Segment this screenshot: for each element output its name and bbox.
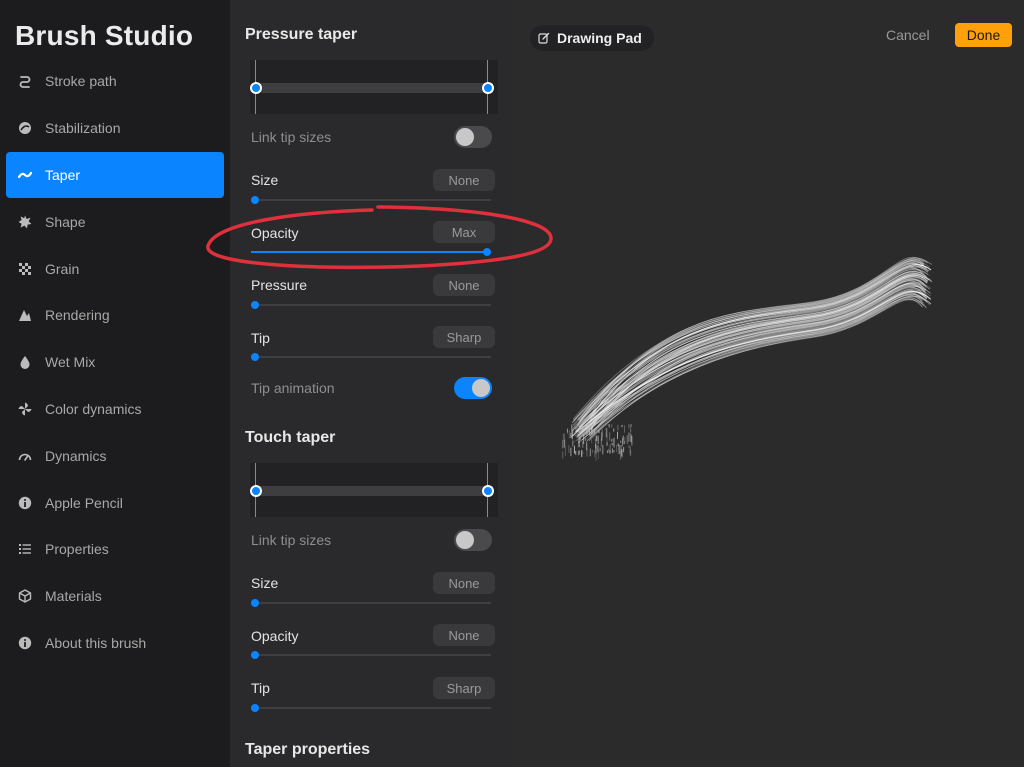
touch-link-tip-sizes-toggle[interactable] (454, 529, 492, 551)
touch-tip-label: Tip (251, 680, 270, 696)
drawing-pad[interactable]: Drawing Pad Cancel Done (512, 0, 1024, 767)
grain-icon (18, 262, 32, 276)
properties-icon (18, 542, 32, 556)
pressure-taper-title: Pressure taper (245, 26, 358, 43)
touch-link-tip-sizes-label: Link tip sizes (251, 532, 332, 548)
color-dynamics-icon (18, 402, 32, 416)
sidebar-nav: Stroke path Stabilization Taper Shape Gr… (6, 58, 224, 666)
pressure-tip-animation-label: Tip animation (251, 380, 335, 396)
taper-icon (18, 168, 32, 182)
pressure-tip-animation-toggle[interactable] (454, 377, 492, 399)
sidebar-item-label: Properties (45, 541, 109, 558)
touch-size-value: None (433, 572, 495, 594)
taper-end-handle[interactable] (482, 82, 494, 94)
touch-opacity-label: Opacity (251, 628, 299, 644)
sidebar-item-properties[interactable]: Properties (6, 526, 224, 573)
pressure-opacity-value: Max (433, 221, 495, 243)
sidebar-item-color-dynamics[interactable]: Color dynamics (6, 386, 224, 433)
pressure-pressure-value: None (433, 274, 495, 296)
taper-settings-panel: Pressure taper Link tip sizes Size None … (230, 0, 512, 767)
pressure-taper-range (250, 60, 498, 114)
touch-opacity-value: None (433, 624, 495, 646)
touch-opacity-slider[interactable] (251, 651, 491, 659)
touch-taper-title: Touch taper (245, 429, 336, 446)
touch-tip-slider[interactable] (251, 704, 491, 712)
sidebar-item-label: Materials (45, 588, 102, 605)
sidebar-item-label: Rendering (45, 307, 110, 324)
sidebar-item-label: About this brush (45, 634, 147, 651)
sidebar-item-about-this-brush[interactable]: About this brush (6, 620, 224, 667)
sidebar-item-dynamics[interactable]: Dynamics (6, 432, 224, 479)
sidebar-item-apple-pencil[interactable]: Apple Pencil (6, 479, 224, 526)
taper-start-handle[interactable] (250, 82, 262, 94)
sidebar-item-taper[interactable]: Taper (6, 151, 224, 199)
taper-end-handle[interactable] (482, 485, 494, 497)
sidebar-item-label: Stabilization (45, 120, 121, 137)
touch-tip-value: Sharp (433, 677, 495, 699)
pressure-size-slider[interactable] (251, 196, 491, 204)
sidebar-item-label: Stroke path (45, 73, 117, 90)
sidebar-item-stabilization[interactable]: Stabilization (6, 105, 224, 152)
pressure-size-value: None (433, 169, 495, 191)
pressure-link-tip-sizes-label: Link tip sizes (251, 129, 332, 145)
pressure-tip-value: Sharp (433, 326, 495, 348)
sidebar-item-label: Shape (45, 213, 86, 230)
taper-range-track (255, 83, 493, 93)
sidebar: Brush Studio Stroke path Stabilization T… (0, 0, 230, 767)
taper-range-track (255, 486, 493, 496)
touch-size-slider[interactable] (251, 599, 491, 607)
slider-thumb[interactable] (251, 353, 259, 361)
pressure-pressure-slider[interactable] (251, 301, 491, 309)
touch-taper-range (250, 463, 498, 517)
touch-size-label: Size (251, 575, 279, 591)
pressure-size-label: Size (251, 172, 279, 188)
taper-properties-title: Taper properties (245, 741, 371, 758)
pressure-tip-label: Tip (251, 330, 270, 346)
sidebar-item-label: Taper (45, 166, 81, 183)
sidebar-item-label: Dynamics (45, 447, 107, 464)
slider-thumb[interactable] (483, 248, 491, 256)
sidebar-item-label: Apple Pencil (45, 494, 123, 511)
pressure-opacity-slider[interactable] (251, 248, 491, 256)
apple-pencil-icon (18, 496, 32, 510)
sidebar-item-label: Grain (45, 260, 80, 277)
app-title: Brush Studio (15, 20, 194, 51)
materials-icon (18, 589, 32, 603)
sidebar-item-label: Color dynamics (45, 400, 142, 417)
sidebar-item-label: Wet Mix (45, 354, 96, 371)
slider-thumb[interactable] (251, 651, 259, 659)
slider-thumb[interactable] (251, 599, 259, 607)
sidebar-item-materials[interactable]: Materials (6, 573, 224, 620)
stabilization-icon (18, 121, 32, 135)
stroke-path-icon (18, 74, 32, 89)
pressure-opacity-label: Opacity (251, 225, 299, 241)
sidebar-item-rendering[interactable]: Rendering (6, 292, 224, 339)
slider-fill (251, 251, 487, 253)
shape-icon (18, 215, 32, 229)
dynamics-icon (18, 449, 32, 463)
sidebar-item-shape[interactable]: Shape (6, 198, 224, 245)
pressure-tip-slider[interactable] (251, 353, 491, 361)
info-icon (18, 636, 32, 650)
rendering-icon (18, 308, 32, 322)
sidebar-item-stroke-path[interactable]: Stroke path (6, 58, 224, 105)
sidebar-item-grain[interactable]: Grain (6, 245, 224, 292)
sidebar-item-wet-mix[interactable]: Wet Mix (6, 339, 224, 386)
slider-thumb[interactable] (251, 704, 259, 712)
pressure-link-tip-sizes-toggle[interactable] (454, 126, 492, 148)
pressure-pressure-label: Pressure (251, 277, 308, 293)
slider-thumb[interactable] (251, 196, 259, 204)
wet-mix-icon (18, 355, 32, 370)
brush-stroke-preview (562, 256, 933, 461)
taper-start-handle[interactable] (250, 485, 262, 497)
slider-thumb[interactable] (251, 301, 259, 309)
